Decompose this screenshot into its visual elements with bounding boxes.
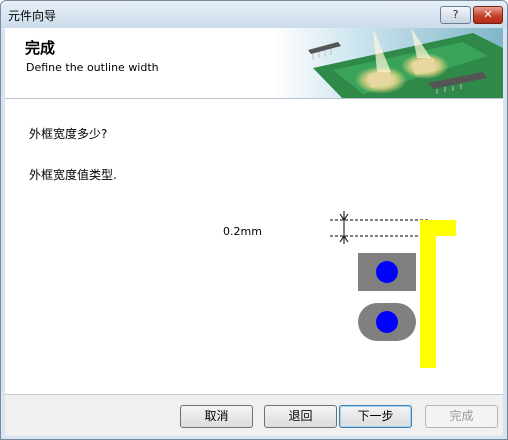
outline-width-value[interactable]: 0.2mm <box>223 225 262 238</box>
circuit-board-banner-image <box>273 28 503 98</box>
next-button[interactable]: 下一步 <box>339 405 412 428</box>
page-title: 完成 <box>25 39 56 57</box>
page-subtitle: Define the outline width <box>26 61 159 74</box>
oval-pad <box>358 303 416 341</box>
wizard-client-area: 完成 Define the outline width 外框宽度多少? 外框宽度… <box>5 28 503 436</box>
dimension-lines <box>330 211 428 244</box>
square-pad <box>358 253 416 291</box>
help-button[interactable]: ? <box>440 6 471 24</box>
cancel-button[interactable]: 取消 <box>180 405 253 428</box>
back-button[interactable]: 退回 <box>264 405 337 428</box>
outline-width-diagram <box>330 211 456 368</box>
wizard-header: 完成 Define the outline width <box>5 28 503 99</box>
close-button[interactable]: ✕ <box>473 6 503 24</box>
outline-width-question: 外框宽度多少? <box>29 127 108 141</box>
outline-shape <box>420 220 456 368</box>
window-title: 元件向导 <box>8 9 57 23</box>
finish-button: 完成 <box>425 405 498 428</box>
button-bar: 取消 退回 下一步 完成 <box>5 394 503 436</box>
title-bar[interactable]: 元件向导 ? ✕ <box>1 1 507 28</box>
outline-width-instruction: 外框宽度值类型. <box>29 168 117 182</box>
wizard-window: 元件向导 ? ✕ 完成 Define the outline width 外框宽… <box>0 0 508 440</box>
